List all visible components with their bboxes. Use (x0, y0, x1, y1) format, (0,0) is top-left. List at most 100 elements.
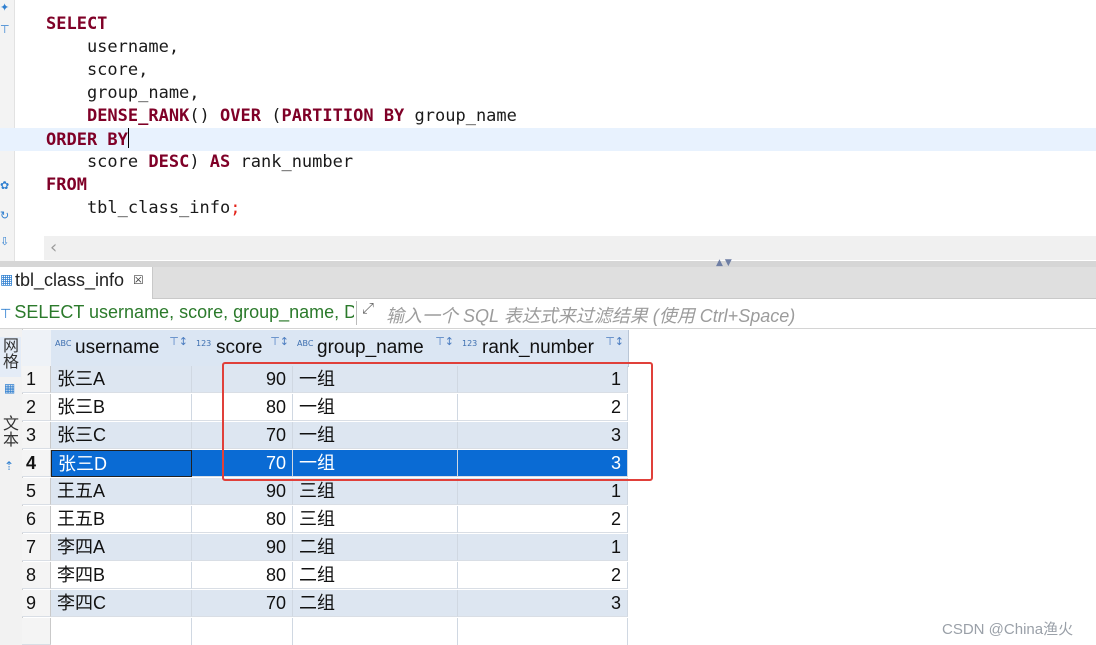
export-icon[interactable]: ⇩ (0, 236, 9, 248)
sql-token: group_name (404, 106, 517, 126)
code-line[interactable]: DENSE_RANK() OVER (PARTITION BY group_na… (46, 105, 1086, 128)
settings-icon[interactable]: ✿ (0, 180, 9, 192)
cell-username[interactable]: 张三C (51, 422, 192, 449)
cell-username[interactable]: 李四C (51, 590, 192, 617)
cell-group-name[interactable]: 三组 (293, 506, 458, 533)
sql-keyword: OVER (220, 106, 261, 126)
filter-bar: ⊤ SELECT username, score, group_name, D ⤢… (0, 299, 1096, 329)
cell-username[interactable]: 李四A (51, 534, 192, 561)
sql-code[interactable]: SELECT username, score, group_name, DENS… (0, 13, 1096, 220)
column-header-username[interactable]: ABC username ⊤↕ (51, 330, 193, 367)
row-number[interactable]: 9 (22, 590, 51, 617)
table-icon: ▦ (0, 272, 14, 288)
sql-keyword: PARTITION BY (281, 106, 405, 126)
row-number[interactable]: 7 (22, 534, 51, 561)
cell-group-name[interactable]: 二组 (293, 562, 458, 589)
table-row[interactable]: 8 李四B 80 二组 2 (22, 562, 628, 590)
cell-username[interactable]: 张三D (51, 450, 192, 477)
code-line[interactable]: tbl_class_info; (46, 197, 1086, 220)
grid-corner[interactable] (22, 330, 52, 367)
cell-username[interactable]: 张三B (51, 394, 192, 421)
cell-username[interactable]: 李四B (51, 562, 192, 589)
tab-grid-view[interactable]: 网格 (0, 337, 21, 377)
row-number[interactable]: 2 (22, 394, 51, 421)
sql-token: () (189, 106, 221, 126)
cell-username[interactable]: 王五A (51, 478, 192, 505)
code-line[interactable]: score, (46, 59, 1086, 82)
code-line[interactable]: score DESC) AS rank_number (46, 151, 1086, 174)
cell-rank-number[interactable]: 1 (458, 478, 628, 505)
cell-score[interactable]: 90 (192, 534, 293, 561)
row-number[interactable]: 3 (22, 422, 51, 449)
filter-input[interactable]: 输入一个 SQL 表达式来过滤结果 (使用 Ctrl+Space) (386, 302, 795, 328)
code-line[interactable]: username, (46, 36, 1086, 59)
sort-filter-icon[interactable]: ⊤↕ (270, 335, 289, 348)
tab-text-view[interactable]: 文本 (0, 415, 21, 455)
sort-filter-icon[interactable]: ⊤↕ (435, 335, 454, 348)
tab-label: tbl_class_info (15, 270, 125, 290)
view-mode-strip: 网格 ▦ 文本 ⇡ (0, 329, 23, 645)
cell-score[interactable]: 80 (192, 506, 293, 533)
empty-cell (458, 618, 628, 645)
grid-icon[interactable]: ▦ (4, 381, 15, 395)
annotation-highlight-box (222, 362, 653, 481)
filter-divider (356, 301, 357, 325)
sql-editor[interactable]: ✦ ⊤ ✿ ↻ ⇩ SELECT username, score, group_… (0, 0, 1096, 262)
sort-filter-icon[interactable]: ⊤↕ (169, 335, 188, 348)
type-badge: 123 (196, 339, 212, 348)
row-number[interactable]: 5 (22, 478, 51, 505)
row-number[interactable]: 8 (22, 562, 51, 589)
sql-keyword: DESC (148, 152, 190, 172)
type-badge: ABC (297, 339, 314, 348)
sql-token: tbl_class_info (46, 198, 231, 218)
cell-group-name[interactable]: 三组 (293, 478, 458, 505)
code-line[interactable]: group_name, (46, 82, 1086, 105)
empty-cell (51, 618, 192, 645)
cell-score[interactable]: 80 (192, 562, 293, 589)
sort-filter-icon[interactable]: ⊤↕ (605, 335, 624, 348)
cell-rank-number[interactable]: 1 (458, 534, 628, 561)
code-line[interactable]: FROM (46, 174, 1086, 197)
sql-token: ; (230, 198, 241, 218)
cell-username[interactable]: 张三A (51, 366, 192, 393)
table-row[interactable]: 7 李四A 90 二组 1 (22, 534, 628, 562)
cell-username[interactable]: 王五B (51, 506, 192, 533)
table-row[interactable]: 6 王五B 80 三组 2 (22, 506, 628, 534)
code-line[interactable]: SELECT (46, 13, 1086, 36)
more-icon[interactable]: ⇡ (4, 459, 14, 473)
expand-icon[interactable]: ⤢ (362, 299, 374, 317)
cell-group-name[interactable]: 二组 (293, 590, 458, 617)
row-number[interactable]: 6 (22, 506, 51, 533)
table-row[interactable]: 9 李四C 70 二组 3 (22, 590, 628, 618)
filter-query-text[interactable]: ⊤ SELECT username, score, group_name, D (0, 302, 354, 323)
explain-icon[interactable]: ⊤ (0, 24, 10, 36)
cell-score[interactable]: 90 (192, 478, 293, 505)
cell-rank-number[interactable]: 2 (458, 506, 628, 533)
cell-rank-number[interactable]: 2 (458, 562, 628, 589)
column-header-label: group_name (317, 337, 424, 358)
column-header-label: username (75, 337, 160, 358)
editor-horizontal-scrollbar[interactable]: ‹ (44, 236, 1096, 260)
scroll-left-icon[interactable]: ‹ (50, 237, 57, 258)
run-icon[interactable]: ✦ (0, 2, 9, 14)
cell-score[interactable]: 70 (192, 590, 293, 617)
column-header-label: score (216, 337, 263, 358)
empty-cell (192, 618, 293, 645)
sql-token: ) (189, 152, 210, 172)
sql-token: ( (260, 106, 282, 126)
refresh-icon[interactable]: ↻ (0, 210, 9, 222)
code-line[interactable]: ORDER BY (0, 128, 1096, 151)
tab-tbl-class-info[interactable]: ▦ tbl_class_info ☒ (0, 267, 153, 299)
type-badge: 123 (462, 339, 478, 348)
table-row[interactable]: 5 王五A 90 三组 1 (22, 478, 628, 506)
type-badge: ABC (55, 339, 72, 348)
row-number[interactable]: 1 (22, 366, 51, 393)
cell-group-name[interactable]: 二组 (293, 534, 458, 561)
sql-keyword: FROM (46, 175, 87, 195)
close-icon[interactable]: ☒ (133, 273, 144, 287)
sql-token: score, (46, 60, 149, 80)
cell-rank-number[interactable]: 3 (458, 590, 628, 617)
row-number[interactable]: 4 (22, 450, 51, 477)
results-tab-bar (0, 267, 1096, 299)
